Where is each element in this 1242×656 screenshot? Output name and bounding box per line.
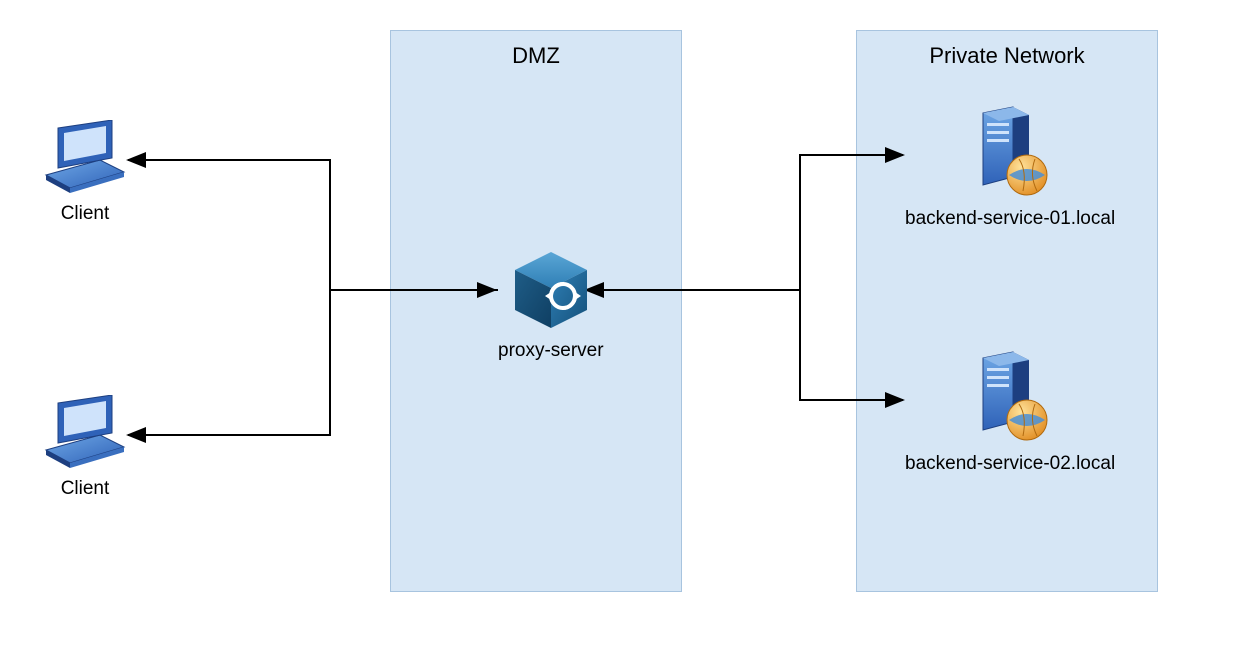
cube-sync-icon	[509, 248, 593, 332]
node-proxy-label: proxy-server	[498, 340, 604, 362]
node-client-1-label: Client	[61, 203, 110, 225]
node-client-2-label: Client	[61, 478, 110, 500]
node-backend-1: backend-service-01.local	[905, 105, 1115, 230]
node-proxy-server: proxy-server	[498, 248, 604, 362]
zone-private-title: Private Network	[857, 43, 1157, 69]
node-backend-2: backend-service-02.local	[905, 350, 1115, 475]
edge-proxy-to-client2	[128, 290, 330, 435]
zone-dmz-title: DMZ	[391, 43, 681, 69]
node-backend-1-label: backend-service-01.local	[905, 208, 1115, 230]
node-backend-2-label: backend-service-02.local	[905, 453, 1115, 475]
node-client-1: Client	[40, 120, 130, 225]
laptop-icon	[40, 395, 130, 470]
laptop-icon	[40, 120, 130, 195]
web-server-icon	[965, 105, 1055, 200]
node-client-2: Client	[40, 395, 130, 500]
diagram-canvas: DMZ Private Network	[0, 0, 1242, 656]
web-server-icon	[965, 350, 1055, 445]
